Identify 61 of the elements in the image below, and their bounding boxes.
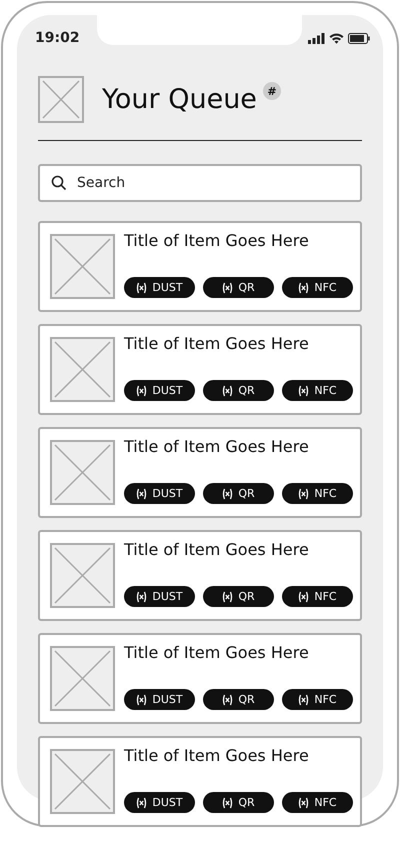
tag-chip[interactable]: DUST: [124, 792, 195, 813]
tag-chip[interactable]: NFC: [282, 689, 353, 710]
remove-icon: [136, 796, 148, 808]
item-card[interactable]: Title of Item Goes Here DUST QR NFC: [38, 736, 362, 827]
tag-chip[interactable]: QR: [203, 689, 274, 710]
remove-icon: [298, 796, 310, 808]
tag-chip[interactable]: NFC: [282, 586, 353, 607]
signal-icon: [308, 32, 325, 44]
image-placeholder: [38, 76, 84, 123]
search-field[interactable]: Search: [38, 164, 362, 202]
tag-chip[interactable]: QR: [203, 483, 274, 504]
remove-icon: [136, 590, 148, 602]
item-title: Title of Item Goes Here: [124, 437, 310, 456]
tag-chip[interactable]: DUST: [124, 689, 195, 710]
remove-icon: [298, 488, 310, 500]
item-card[interactable]: Title of Item Goes Here DUST QR NFC: [38, 633, 362, 724]
item-title: Title of Item Goes Here: [124, 540, 310, 559]
item-card[interactable]: Title of Item Goes Here DUST QR NFC: [38, 324, 362, 415]
remove-icon: [298, 590, 310, 602]
image-placeholder: [50, 749, 115, 814]
remove-icon: [136, 384, 148, 396]
remove-icon: [298, 694, 310, 706]
tag-chip[interactable]: QR: [203, 792, 274, 813]
remove-icon: [136, 694, 148, 706]
page-title: Your Queue: [102, 84, 257, 115]
item-title: Title of Item Goes Here: [124, 643, 310, 662]
item-card[interactable]: Title of Item Goes Here DUST QR NFC: [38, 427, 362, 518]
remove-icon: [222, 384, 234, 396]
tag-chip[interactable]: DUST: [124, 483, 195, 504]
tag-chip[interactable]: QR: [203, 586, 274, 607]
item-title: Title of Item Goes Here: [124, 746, 310, 765]
tag-chip[interactable]: DUST: [124, 586, 195, 607]
remove-icon: [222, 488, 234, 500]
remove-icon: [136, 282, 148, 294]
item-card[interactable]: Title of Item Goes Here DUST QR NFC: [38, 530, 362, 621]
image-placeholder: [50, 646, 115, 711]
remove-icon: [136, 488, 148, 500]
image-placeholder: [50, 543, 115, 608]
remove-icon: [222, 590, 234, 602]
image-placeholder: [50, 440, 115, 505]
remove-icon: [298, 282, 310, 294]
item-card[interactable]: Title of Item Goes Here DUST QR NFC: [38, 221, 362, 312]
tag-chip[interactable]: NFC: [282, 483, 353, 504]
remove-icon: [222, 694, 234, 706]
remove-icon: [222, 796, 234, 808]
status-time: 19:02: [35, 30, 80, 46]
remove-icon: [298, 384, 310, 396]
item-title: Title of Item Goes Here: [124, 334, 310, 353]
image-placeholder: [50, 234, 115, 299]
battery-icon: [348, 32, 370, 44]
tag-chip[interactable]: NFC: [282, 380, 353, 401]
tag-chip[interactable]: DUST: [124, 277, 195, 298]
tag-chip[interactable]: NFC: [282, 277, 353, 298]
remove-icon: [222, 282, 234, 294]
image-placeholder: [50, 337, 115, 402]
tag-chip[interactable]: DUST: [124, 380, 195, 401]
tag-chip[interactable]: QR: [203, 380, 274, 401]
wifi-icon: [329, 32, 344, 44]
tag-chip[interactable]: QR: [203, 277, 274, 298]
tag-chip[interactable]: NFC: [282, 792, 353, 813]
item-title: Title of Item Goes Here: [124, 231, 310, 250]
